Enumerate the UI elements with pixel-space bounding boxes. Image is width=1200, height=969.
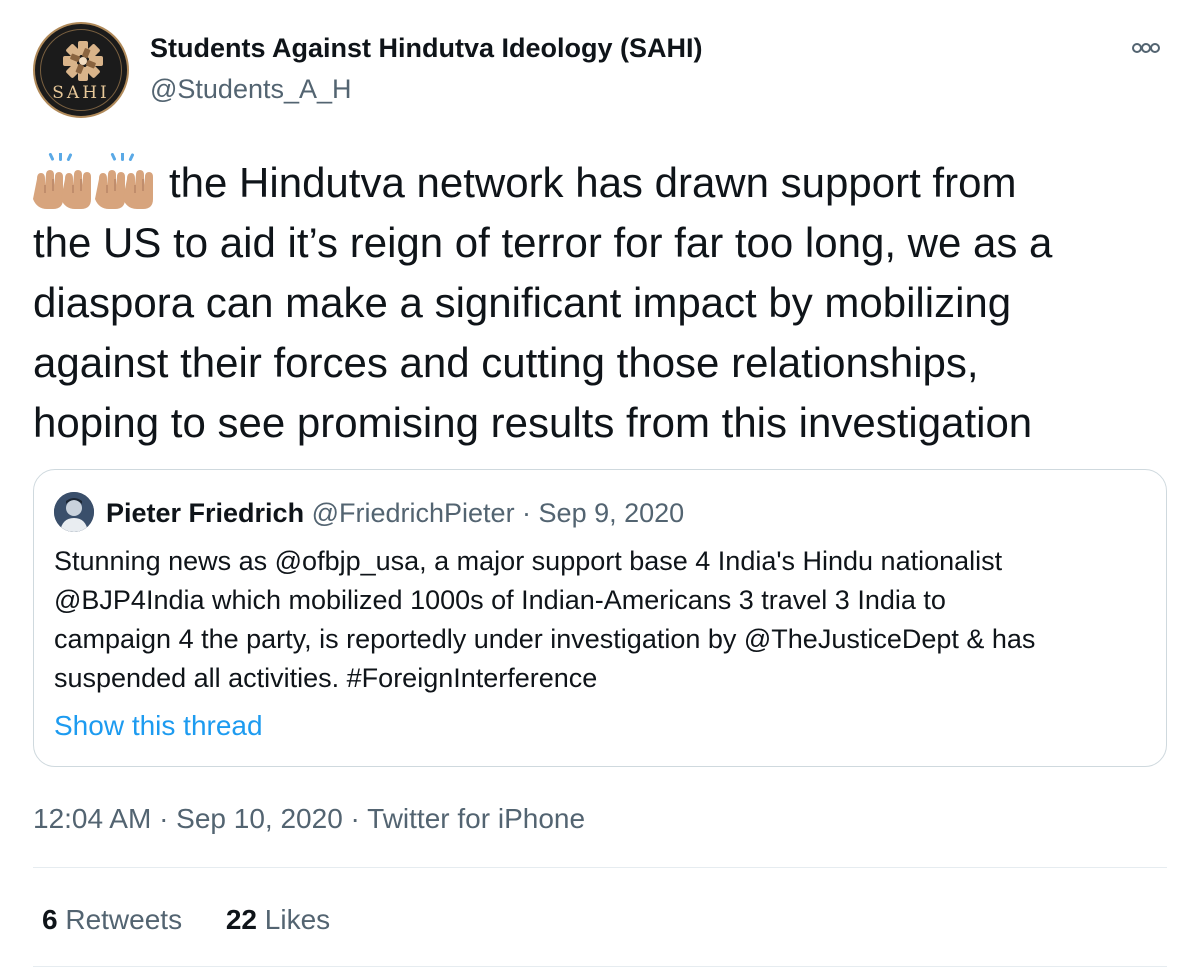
tweet-text: the Hindutva network has drawn support f…	[33, 153, 1173, 453]
tweet-text-line-2: the US to aid it’s reign of terror for f…	[33, 219, 1053, 266]
likes-label: Likes	[264, 904, 331, 935]
quoted-author-meta: @FriedrichPieter · Sep 9, 2020	[311, 498, 685, 528]
quoted-text-line-3: campaign 4 the party, is reportedly unde…	[54, 624, 1036, 654]
raising-hands-emoji	[33, 153, 157, 213]
retweets-stat[interactable]: 6 Retweets	[42, 902, 182, 938]
quoted-tweet-header: Pieter Friedrich @FriedrichPieter · Sep …	[106, 496, 684, 530]
show-thread-link[interactable]: Show this thread	[54, 708, 263, 744]
tweet-text-line: the Hindutva network has drawn support f…	[33, 153, 1173, 213]
tweet: SAHI Students Against Hindutva Ideology …	[0, 0, 1200, 969]
quoted-text-line-1: Stunning news as @ofbjp_usa, a major sup…	[54, 546, 1003, 576]
author-handle[interactable]: @Students_A_H	[150, 74, 352, 105]
author-name[interactable]: Students Against Hindutva Ideology (SAHI…	[150, 33, 703, 64]
tweet-text-line-1: the Hindutva network has drawn support f…	[169, 159, 1017, 206]
author-avatar[interactable]: SAHI	[33, 22, 129, 118]
more-options-button[interactable]	[1126, 30, 1166, 66]
tweet-text-line-5: hoping to see promising results from thi…	[33, 399, 1033, 446]
quoted-text-line-4: suspended all activities. #ForeignInterf…	[54, 663, 598, 693]
likes-stat[interactable]: 22 Likes	[226, 902, 330, 938]
tweet-timestamp[interactable]: 12:04 AM · Sep 10, 2020 · Twitter for iP…	[33, 801, 585, 837]
quoted-tweet-text: Stunning news as @ofbjp_usa, a major sup…	[54, 542, 1154, 698]
quoted-author-name[interactable]: Pieter Friedrich	[106, 498, 304, 528]
likes-count: 22	[225, 904, 258, 935]
tweet-text-line-4: against their forces and cutting those r…	[33, 339, 979, 386]
retweets-count: 6	[42, 904, 58, 935]
avatar-logo-text: SAHI	[52, 83, 110, 103]
divider	[33, 867, 1167, 868]
divider-bottom	[33, 966, 1167, 967]
more-options-icon	[1132, 43, 1160, 53]
quoted-text-line-2: @BJP4India which mobilized 1000s of Indi…	[54, 585, 946, 615]
retweets-label: Retweets	[65, 904, 183, 935]
flower-logo-icon	[63, 41, 103, 81]
quoted-author-avatar[interactable]	[54, 492, 94, 532]
tweet-stats: 6 Retweets 22 Likes	[42, 902, 366, 938]
person-avatar-icon	[54, 492, 94, 532]
tweet-text-line-3: diaspora can make a significant impact b…	[33, 279, 1012, 326]
quoted-tweet-card[interactable]: Pieter Friedrich @FriedrichPieter · Sep …	[33, 469, 1167, 767]
